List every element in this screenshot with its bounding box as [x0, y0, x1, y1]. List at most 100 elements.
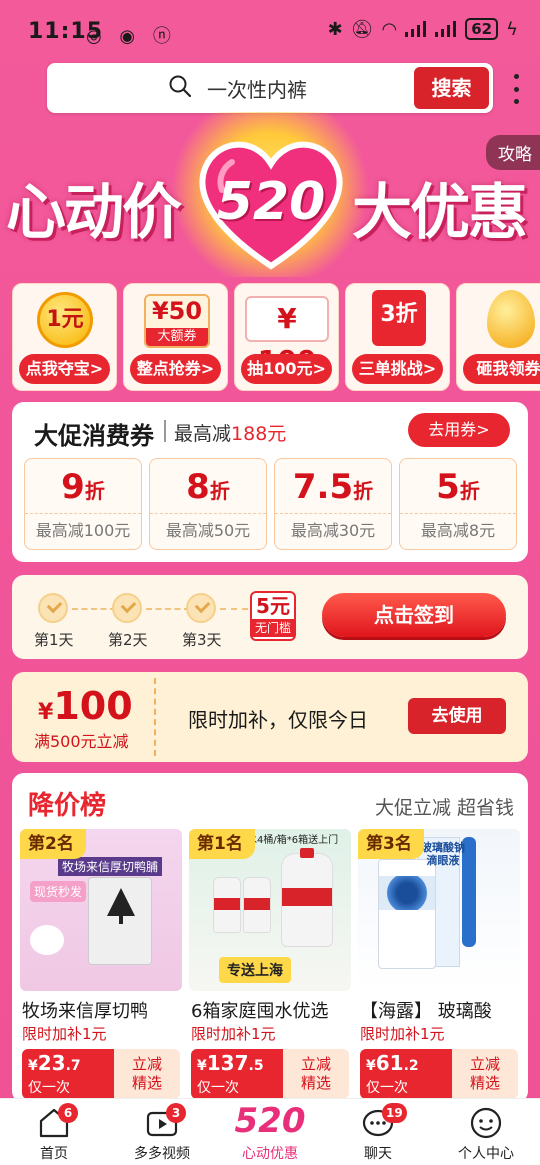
image-note: 专送上海: [219, 957, 291, 983]
product-tag: 限时加补1元: [191, 1025, 276, 1043]
price-drop-ranking: 降价榜 大促立减 超省钱 牧场来信厚切鸭脯 现货秒发 第2名 牧场来信厚切鸭 限…: [12, 773, 528, 1103]
red-envelope-icon: 3折: [372, 290, 426, 346]
profile-icon: [470, 1107, 502, 1139]
coupon-voucher[interactable]: 9折 最高减100元: [24, 458, 142, 550]
price-tag-2: 精选: [469, 1074, 500, 1092]
price-tag-2: 精选: [131, 1074, 162, 1092]
check-icon: [186, 593, 216, 623]
search-button[interactable]: 搜索: [414, 67, 489, 109]
charging-icon: ϟ: [506, 18, 518, 40]
subsidy-message: 限时加补，仅限今日: [188, 708, 368, 732]
product-card[interactable]: 牧场来信厚切鸭脯 现货秒发 第2名 牧场来信厚切鸭 限时加补1元 ¥23.7 仅一…: [20, 829, 182, 1099]
lottery-card[interactable]: 1元 点我夺宝>: [12, 283, 117, 391]
coupon-voucher[interactable]: 8折 最高减50元: [149, 458, 267, 550]
subtitle-value: 188元: [231, 423, 287, 445]
image-caption: 玻璃酸钠滴眼液: [421, 841, 465, 867]
search-icon: [169, 75, 191, 97]
voucher-limit: 最高减8元: [400, 513, 516, 549]
price-integer: 61: [375, 1051, 404, 1075]
signal-icon-2: [435, 21, 457, 37]
guide-badge[interactable]: 攻略: [486, 135, 540, 170]
signal-icon: [405, 21, 427, 37]
wifi-icon: ◠: [381, 18, 398, 40]
voucher-limit: 最高减100元: [25, 513, 141, 549]
ranking-title: 降价榜: [28, 791, 107, 821]
product-card[interactable]: 玻璃酸钠滴眼液 第3名 【海露】 玻璃酸 限时加补1元 ¥61.2 仅一次 立减精…: [358, 829, 520, 1099]
amount-value: 100: [53, 684, 133, 728]
promo-banner[interactable]: 心动价 520 大优惠: [0, 112, 540, 282]
reward-sub: 无门槛: [252, 619, 294, 637]
price-note: 仅一次: [366, 1080, 408, 1096]
voucher-discount: 9: [61, 467, 85, 507]
price-decimal: .7: [65, 1058, 81, 1074]
voucher-discount: 7.5: [292, 467, 354, 507]
tab-video[interactable]: 3 多多视频: [108, 1099, 216, 1165]
step-connector: [220, 608, 248, 610]
rank-badge: 第1名: [189, 829, 255, 859]
card-label: 整点抢券>: [130, 354, 221, 384]
three-order-card[interactable]: 3折 三单挑战>: [345, 283, 450, 391]
coupon-voucher[interactable]: 7.5折 最高减30元: [274, 458, 392, 550]
ticket-value: ¥50: [151, 297, 203, 325]
coupon-ticket-icon: ¥50 大额券: [144, 294, 210, 348]
product-card[interactable]: 净水4桶/箱*6箱送上门 专送上海 第1名 6箱家庭囤水优选 限时加补1元 ¥1…: [189, 829, 351, 1099]
banner-left-text: 心动价: [6, 178, 182, 248]
product-name: 【海露】 玻璃酸: [360, 1001, 492, 1022]
day-label: 第1天: [34, 631, 74, 649]
status-bar: 11:15 ◎ ◉ ⓝ ✱ 🔕︎ ◠ 62 ϟ: [0, 0, 540, 62]
price-note: 仅一次: [197, 1080, 239, 1096]
deals-520-icon: 520: [234, 1101, 306, 1141]
banner-number: 520: [216, 172, 326, 232]
price-symbol: ¥: [28, 1058, 38, 1074]
mascot-icon: [30, 925, 64, 955]
check-icon: [38, 593, 68, 623]
day-label: 第2天: [108, 631, 148, 649]
rank-badge: 第2名: [20, 829, 86, 859]
subsidy-condition: 满500元立减: [34, 732, 129, 751]
subtitle-prefix: 最高减: [174, 423, 232, 445]
tab-label: 心动优惠: [242, 1146, 298, 1162]
bottle-shape: [243, 877, 271, 933]
use-coupon-button[interactable]: 去用券>: [408, 413, 510, 447]
price-tag-2: 精选: [300, 1074, 331, 1092]
price-block[interactable]: ¥137.5 仅一次 立减 精选: [191, 1049, 349, 1099]
package-shape: [88, 877, 152, 965]
signin-panel: 第1天 第2天 第3天 5元 无门槛 点击签到: [12, 575, 528, 659]
tab-deals[interactable]: 520 心动优惠: [216, 1099, 324, 1165]
price-block[interactable]: ¥23.7 仅一次 立减 精选: [22, 1049, 180, 1099]
golden-egg-card[interactable]: 砸我领券: [456, 283, 540, 391]
search-bar[interactable]: 一次性内裤 搜索: [47, 63, 493, 113]
notification-badge: 19: [382, 1103, 407, 1123]
promo-cards: 1元 点我夺宝> ¥50 大额券 整点抢券> ¥ 100 抽100元> 3折 三…: [12, 283, 540, 391]
more-options-icon[interactable]: [508, 74, 524, 104]
tab-profile[interactable]: 个人中心: [432, 1099, 540, 1165]
tree-icon: [107, 888, 135, 924]
voucher-unit: 折: [209, 479, 230, 503]
tab-chat[interactable]: 19 聊天: [324, 1099, 432, 1165]
currency-symbol: ¥: [38, 700, 54, 725]
reward-coupon: 5元 无门槛: [250, 591, 296, 641]
voucher-unit: 折: [353, 479, 374, 503]
price-block[interactable]: ¥61.2 仅一次 立减 精选: [360, 1049, 518, 1099]
price-integer: 23: [37, 1051, 66, 1075]
bottle-shape: [281, 848, 333, 947]
coupon-voucher[interactable]: 5折 最高减8元: [399, 458, 517, 550]
image-caption: 牧场来信厚切鸭脯: [58, 857, 163, 876]
use-now-button[interactable]: 去使用: [408, 698, 506, 734]
hourly-coupon-card[interactable]: ¥50 大额券 整点抢券>: [123, 283, 228, 391]
card-label: 抽100元>: [241, 354, 332, 384]
subsidy-panel: ¥100 满500元立减 限时加补，仅限今日 去使用: [12, 672, 528, 762]
battery-level: 62: [465, 18, 499, 40]
search-input[interactable]: 一次性内裤: [207, 74, 307, 103]
voucher-unit: 折: [459, 479, 480, 503]
ranking-subtitle: 大促立减 超省钱: [374, 797, 514, 819]
voucher-discount: 5: [436, 467, 460, 507]
signin-button[interactable]: 点击签到: [322, 593, 506, 637]
banner-right-text: 大优惠: [352, 178, 528, 248]
draw-100-card[interactable]: ¥ 100 抽100元>: [234, 283, 339, 391]
voucher-unit: 折: [84, 479, 105, 503]
golden-egg-icon: [487, 290, 535, 348]
tab-home[interactable]: 6 首页: [0, 1099, 108, 1165]
price-decimal: .5: [248, 1058, 264, 1074]
card-label: 砸我领券: [463, 354, 540, 384]
